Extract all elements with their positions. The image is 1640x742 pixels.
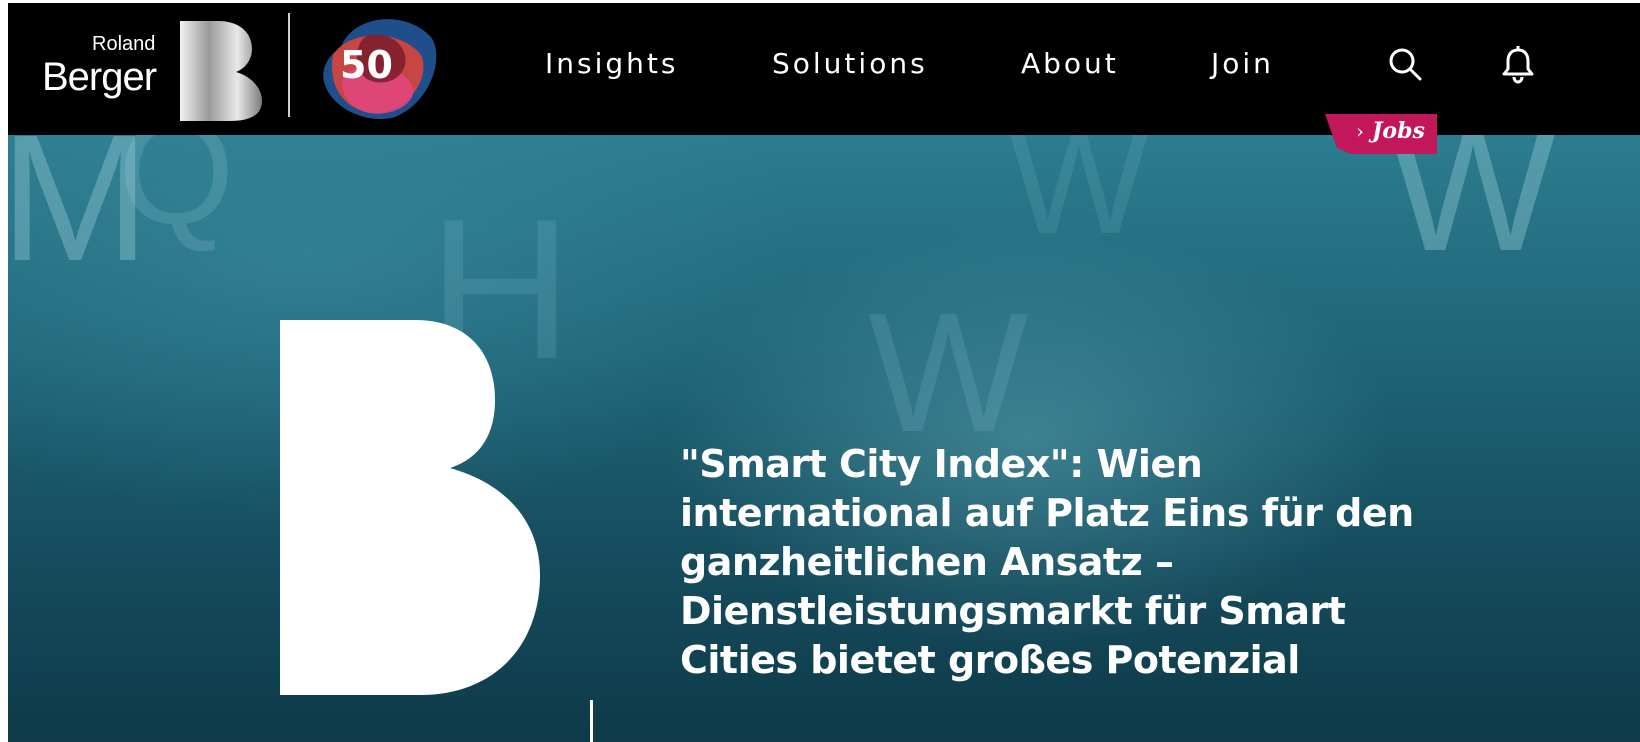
left-margin xyxy=(0,0,8,742)
nav-solutions[interactable]: Solutions xyxy=(772,47,928,80)
bell-icon[interactable] xyxy=(1496,43,1540,87)
chevron-right-icon: › xyxy=(1356,119,1364,143)
logo-main-text: Berger xyxy=(42,55,157,99)
jobs-link[interactable]: › Jobs xyxy=(1356,118,1425,144)
roland-berger-logo[interactable]: Roland Berger xyxy=(32,21,262,121)
nav-join[interactable]: Join xyxy=(1211,47,1274,80)
logo-b-mark-icon xyxy=(180,21,262,121)
jobs-label: Jobs xyxy=(1372,118,1425,144)
page: Roland Berger 50 Insights Solutions Abou… xyxy=(0,0,1640,742)
search-icon[interactable] xyxy=(1384,43,1428,87)
nav-about[interactable]: About xyxy=(1021,47,1119,80)
scroll-indicator-line xyxy=(590,700,593,742)
anniversary-label: 50 xyxy=(340,43,393,87)
hero-headline[interactable]: "Smart City Index": Wien international a… xyxy=(680,440,1460,685)
big-b-graphic-icon xyxy=(280,320,540,695)
header-divider xyxy=(288,13,290,117)
bg-letter-decoration: W xyxy=(1008,135,1150,265)
bg-letter-decoration: Q xyxy=(118,135,235,255)
nav-insights[interactable]: Insights xyxy=(545,47,678,80)
logo-small-text: Roland xyxy=(92,33,156,55)
bg-letter-decoration: W xyxy=(1388,135,1558,289)
